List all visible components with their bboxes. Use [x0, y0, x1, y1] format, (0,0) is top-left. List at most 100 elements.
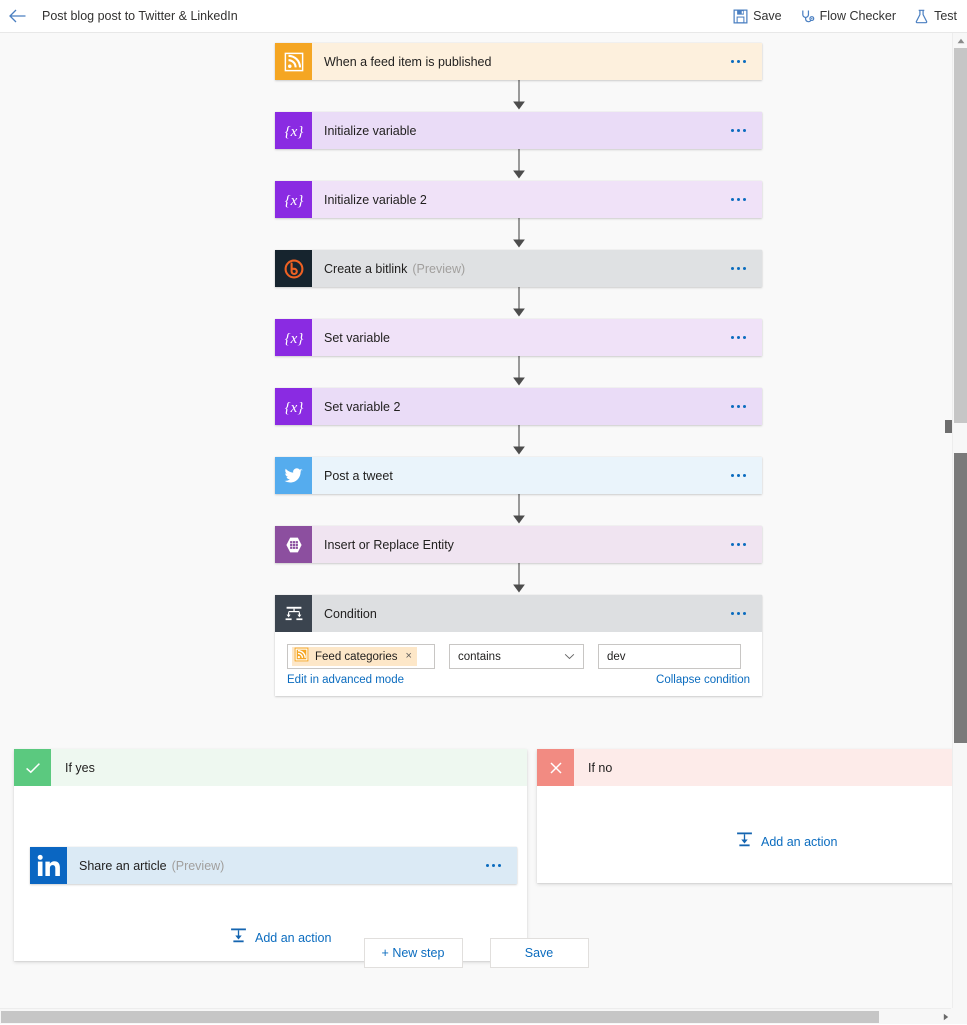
step-overflow-menu[interactable] — [723, 537, 754, 552]
inner-vertical-scrollbar[interactable] — [945, 33, 952, 1008]
branch-if-yes-header: If yes — [14, 749, 527, 786]
flow-checker-button[interactable]: Flow Checker — [800, 9, 896, 24]
inner-vertical-scrollbar-thumb[interactable] — [945, 420, 952, 433]
chevron-down-icon — [564, 651, 575, 663]
bitly-icon — [275, 250, 312, 287]
step-title: Set variable — [324, 331, 390, 345]
scroll-up-arrow-icon[interactable] — [953, 33, 967, 48]
vertical-scrollbar-thumb-lower[interactable] — [954, 453, 967, 743]
condition-operator-dropdown[interactable]: contains — [449, 644, 584, 669]
vertical-scrollbar[interactable] — [952, 33, 967, 1008]
branch-if-yes: If yes Share an article — [14, 749, 527, 961]
step-overflow-menu[interactable] — [723, 330, 754, 345]
new-step-button[interactable]: + New step — [364, 938, 463, 968]
connector-arrow — [275, 425, 762, 457]
step-title: Post a tweet — [324, 469, 393, 483]
condition-branch-icon — [275, 595, 312, 632]
connector-arrow — [275, 80, 762, 112]
collapse-condition-link[interactable]: Collapse condition — [656, 674, 750, 686]
condition-card[interactable]: Condition — [275, 595, 762, 696]
branch-if-no: If no Add an action — [537, 749, 952, 883]
condition-left-operand-field[interactable]: Feed categories × — [287, 644, 435, 669]
step-title: Create a bitlink — [324, 262, 407, 276]
branch-if-no-body: Add an action — [537, 786, 952, 883]
condition-links: Edit in advanced mode Collapse condition — [287, 674, 750, 686]
step-initialize-variable[interactable]: {x} Initialize variable — [275, 112, 762, 149]
branch-action-share-an-article[interactable]: Share an article (Preview) — [30, 847, 517, 884]
test-button-label: Test — [934, 9, 957, 23]
step-title: Set variable 2 — [324, 400, 400, 414]
connector-arrow — [275, 218, 762, 250]
step-post-a-tweet[interactable]: Post a tweet — [275, 457, 762, 494]
connector-arrow — [275, 149, 762, 181]
step-overflow-menu[interactable] — [723, 261, 754, 276]
step-title: Initialize variable — [324, 124, 416, 138]
step-overflow-menu[interactable] — [723, 468, 754, 483]
stethoscope-icon — [800, 9, 815, 24]
close-x-icon — [537, 749, 574, 786]
branch-if-yes-label: If yes — [65, 761, 95, 775]
variable-icon: {x} — [275, 388, 312, 425]
save-button-label: Save — [753, 9, 782, 23]
connector-arrow — [275, 356, 762, 388]
condition-value-text: dev — [607, 651, 626, 663]
branch-action-title: Share an article — [79, 859, 167, 873]
save-button-bottom[interactable]: Save — [490, 938, 589, 968]
token-remove-icon[interactable]: × — [405, 651, 411, 662]
svg-text:{x}: {x} — [284, 193, 303, 209]
condition-header[interactable]: Condition — [275, 595, 762, 632]
step-overflow-menu[interactable] — [723, 54, 754, 69]
condition-title: Condition — [324, 607, 377, 621]
edit-in-advanced-mode-link[interactable]: Edit in advanced mode — [287, 674, 404, 686]
step-overflow-menu[interactable] — [723, 123, 754, 138]
twitter-icon — [275, 457, 312, 494]
add-action-icon — [735, 830, 754, 854]
step-when-a-feed-item-is-published[interactable]: When a feed item is published — [275, 43, 762, 80]
step-title: Initialize variable 2 — [324, 193, 427, 207]
variable-icon: {x} — [275, 181, 312, 218]
svg-text:{x}: {x} — [284, 124, 303, 140]
command-bar: Post blog post to Twitter & LinkedIn Sav… — [0, 0, 967, 33]
test-button[interactable]: Test — [914, 9, 957, 24]
add-an-action-no[interactable]: Add an action — [735, 830, 837, 854]
step-overflow-menu[interactable] — [723, 192, 754, 207]
add-an-action-no-label: Add an action — [761, 835, 837, 849]
save-floppy-icon — [733, 9, 748, 24]
horizontal-scrollbar[interactable] — [0, 1008, 967, 1024]
step-set-variable[interactable]: {x} Set variable — [275, 319, 762, 356]
rss-icon — [275, 43, 312, 80]
condition-overflow-menu[interactable] — [723, 606, 754, 621]
variable-icon: {x} — [275, 112, 312, 149]
flow-step-chain: When a feed item is published {x} Initia… — [275, 43, 762, 696]
connector-arrow — [275, 287, 762, 319]
step-insert-or-replace-entity[interactable]: Insert or Replace Entity — [275, 526, 762, 563]
step-overflow-menu[interactable] — [723, 399, 754, 414]
branch-action-subtitle: (Preview) — [172, 859, 225, 873]
linkedin-icon — [30, 847, 67, 884]
connector-arrow — [275, 494, 762, 526]
page-title: Post blog post to Twitter & LinkedIn — [42, 9, 238, 23]
branch-if-no-label: If no — [588, 761, 612, 775]
branch-if-yes-body: Share an article (Preview) — [14, 786, 527, 961]
step-set-variable-2[interactable]: {x} Set variable 2 — [275, 388, 762, 425]
scrollbar-corner — [951, 1008, 967, 1024]
flow-designer-canvas: When a feed item is published {x} Initia… — [0, 33, 952, 1008]
step-create-a-bitlink[interactable]: Create a bitlink (Preview) — [275, 250, 762, 287]
token-label: Feed categories — [315, 651, 397, 663]
back-button[interactable] — [0, 0, 34, 32]
flask-icon — [914, 9, 929, 24]
condition-row: Feed categories × contains dev — [287, 644, 750, 669]
connector-arrow — [275, 563, 762, 595]
horizontal-scrollbar-thumb[interactable] — [1, 1011, 879, 1023]
step-title: Insert or Replace Entity — [324, 538, 454, 552]
flow-checker-button-label: Flow Checker — [820, 9, 896, 23]
vertical-scrollbar-thumb-upper[interactable] — [954, 48, 967, 423]
branch-action-overflow-menu[interactable] — [478, 858, 509, 873]
step-initialize-variable-2[interactable]: {x} Initialize variable 2 — [275, 181, 762, 218]
condition-value-input[interactable]: dev — [598, 644, 741, 669]
dynamic-content-token[interactable]: Feed categories × — [292, 647, 417, 666]
condition-editor: Feed categories × contains dev — [275, 632, 762, 696]
svg-text:{x}: {x} — [284, 331, 303, 347]
save-button[interactable]: Save — [733, 9, 782, 24]
step-title: When a feed item is published — [324, 55, 491, 69]
